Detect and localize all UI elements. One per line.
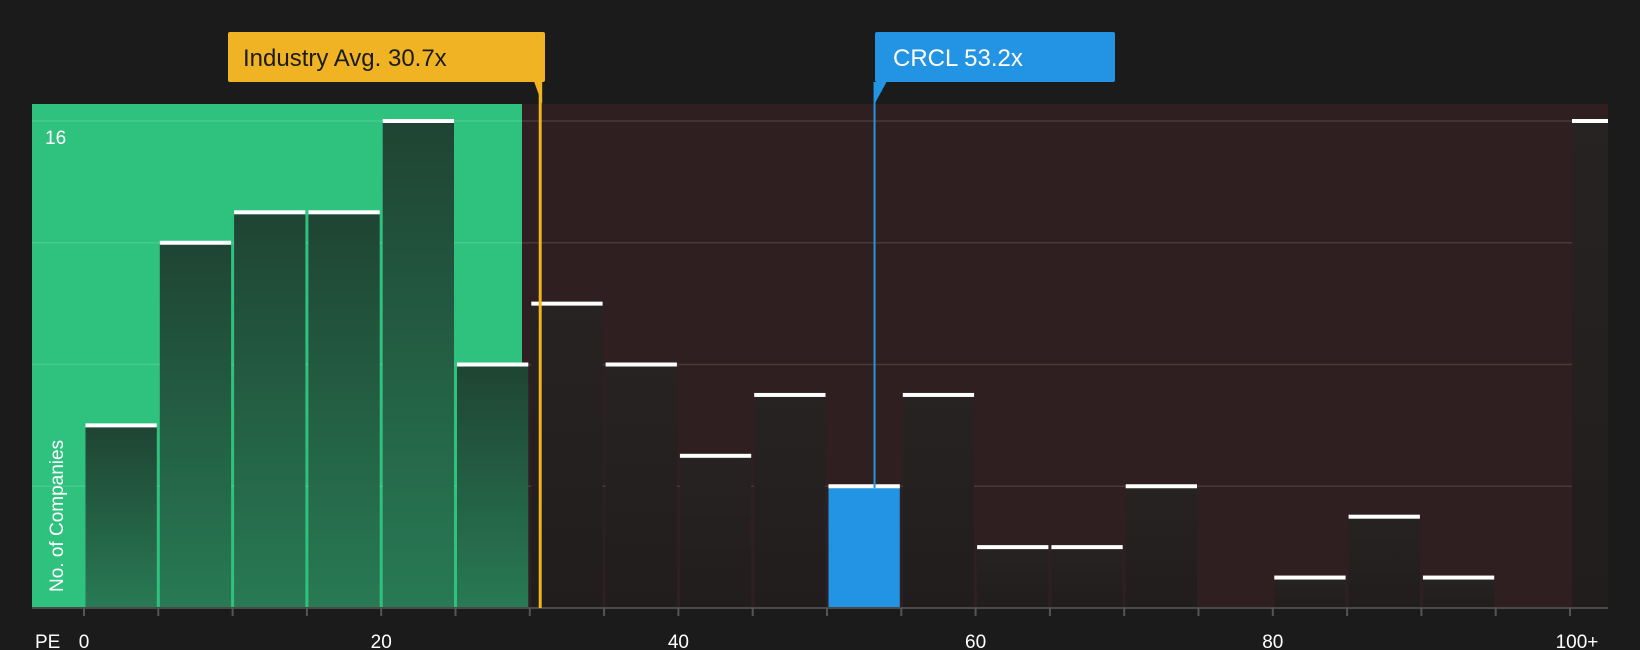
histogram-bar <box>1572 121 1608 608</box>
bar-cap <box>679 453 752 458</box>
histogram-bar <box>457 364 529 608</box>
bar-cap <box>1125 484 1197 489</box>
company-pe-label: CRCL 53.2x <box>893 45 1023 72</box>
bar-cap <box>85 423 157 428</box>
bar-cap <box>1051 545 1123 550</box>
bar-cap <box>1274 575 1346 580</box>
bar-cap <box>605 362 677 367</box>
x-tick-label: 40 <box>668 632 689 650</box>
x-axis-ticks <box>83 608 1571 616</box>
y-axis-label: No. of Companies <box>47 440 68 592</box>
x-tick-label: 100+ <box>1556 632 1599 650</box>
histogram-bar <box>531 303 603 608</box>
histogram-bar <box>1422 577 1495 608</box>
y-tick-label: 16 <box>45 128 66 149</box>
bar-cap <box>977 545 1049 550</box>
highlight-bar <box>828 486 900 608</box>
bar-cap <box>234 210 306 215</box>
x-tick-label: 20 <box>371 632 392 650</box>
bar-cap <box>1348 514 1420 519</box>
x-tick-label: 0 <box>79 632 90 650</box>
histogram-bar <box>1348 516 1420 608</box>
bar-cap <box>754 392 826 397</box>
histogram-bar <box>159 242 232 608</box>
pe-distribution-chart: 16 No. of Companies PE 0 20 40 60 80 100+ Ind… <box>32 32 1608 650</box>
histogram-bar <box>308 212 380 608</box>
histogram-bar <box>605 364 677 608</box>
x-tick-label: 80 <box>1262 632 1283 650</box>
histogram-bar <box>679 455 752 608</box>
bar-cap <box>457 362 529 367</box>
bar-cap <box>1422 575 1495 580</box>
bar-cap <box>902 392 975 397</box>
histogram-bar <box>977 547 1049 608</box>
histogram-bar <box>1274 577 1346 608</box>
bar-cap <box>159 240 232 245</box>
histogram-bar <box>382 121 454 608</box>
bar-cap <box>531 301 603 306</box>
histogram-bar <box>85 425 157 608</box>
bar-cap <box>382 119 454 123</box>
histogram-bar <box>234 212 306 608</box>
bar-cap <box>1572 119 1608 123</box>
histogram-bar <box>902 394 975 608</box>
histogram-bar <box>1051 547 1123 608</box>
company-pe-pointer <box>874 82 887 104</box>
x-tick-label: 60 <box>965 632 986 650</box>
histogram-bar <box>1125 486 1197 608</box>
bar-cap <box>308 210 380 215</box>
x-axis-name: PE <box>35 632 60 650</box>
histogram-bar <box>754 394 826 608</box>
bar-cap <box>828 484 900 489</box>
industry-avg-label: Industry Avg. 30.7x <box>243 45 447 72</box>
x-tick-labels: 0 20 40 60 80 100+ <box>79 632 1599 650</box>
